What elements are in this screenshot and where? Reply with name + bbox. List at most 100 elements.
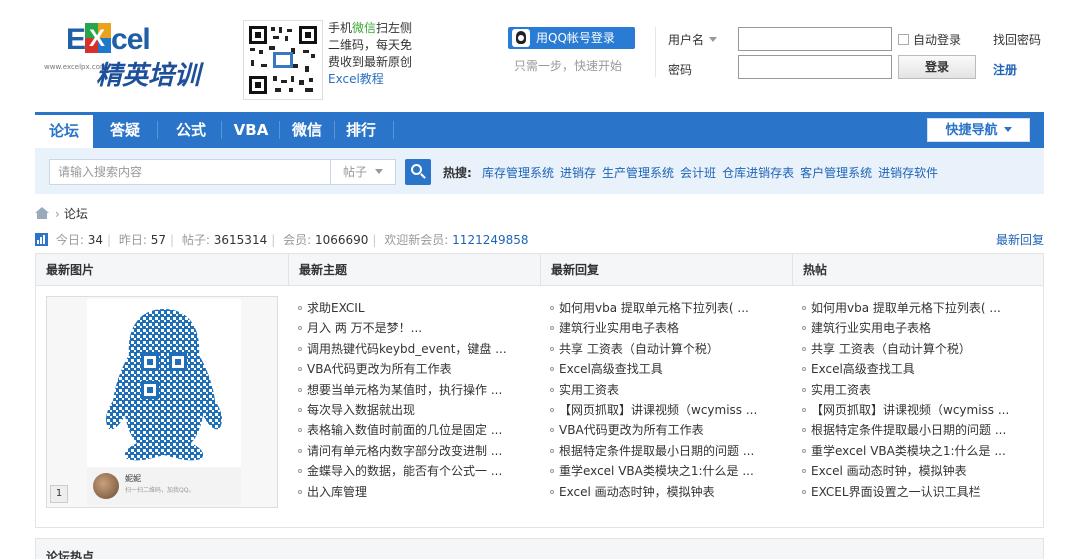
list-item[interactable]: 表格输入数值时前面的几位是固定 ... [298,420,532,440]
latest-image-slide[interactable]: 妮妮 扫一扫二维码，加我QQ。 1 [46,296,278,508]
bullet-icon [802,306,806,310]
list-item[interactable]: Excel 画动态时钟，模拟钟表 [802,461,1036,481]
bullet-icon [550,306,554,310]
hot-search-links: 库存管理系统 进销存 生产管理系统 会计班 仓库进销存表 客户管理系统 进销存软件 [482,164,944,181]
stat-members: 1066690 [314,233,369,247]
qq-qr-image: 妮妮 扫一扫二维码，加我QQ。 [87,299,241,505]
forum-stats: 今日: 34 | 昨日: 57 | 帖子: 3615314 | 会员: 1066690… [35,231,529,248]
list-item[interactable]: 如何用vba 提取单元格下拉列表( ... [550,298,784,318]
list-item[interactable]: 重学excel VBA类模块之1:什么是 ... [802,441,1036,461]
list-item[interactable]: Excel高级查找工具 [802,359,1036,379]
home-icon[interactable] [35,207,49,219]
new-member-link[interactable]: 1121249858 [452,233,528,247]
list-item[interactable]: 月入 两 万不是梦！... [298,318,532,338]
bullet-icon [298,469,302,474]
bullet-icon [298,387,302,392]
search-input[interactable]: 请输入搜索内容 [49,159,331,185]
qr-penguin-icon [106,309,222,461]
list-item[interactable]: 重学excel VBA类模块之1:什么是 ... [550,461,784,481]
bullet-icon [802,346,806,351]
search-bar: 请输入搜索内容 帖子 热搜: 库存管理系统 进销存 生产管理系统 会计班 仓库进销存表客… [35,148,1044,194]
site-logo[interactable]: E Xcel www.excelpx.com 精英培训 [44,15,230,95]
bullet-icon [802,489,806,494]
password-input[interactable] [738,55,892,79]
nav-item-qa[interactable]: 答疑 [100,112,150,148]
nav-divider [157,121,158,139]
list-item[interactable]: EXCEL界面设置之一认识工具栏 [802,482,1036,502]
list-item[interactable]: 请问有单元格内数字部分改变进制 ... [298,441,532,461]
logo-chinese: 精英培训 [96,61,201,91]
bullet-icon [550,346,554,351]
list-item[interactable]: 如何用vba 提取单元格下拉列表( ... [802,298,1036,318]
list-item[interactable]: 想要当单元格为某值时，执行操作 ... [298,380,532,400]
nav-item-wechat[interactable]: 微信 [283,112,331,148]
bullet-icon [550,469,554,474]
hot-search-link[interactable]: 进销存软件 [878,166,938,180]
list-item[interactable]: 求助EXCIL [298,298,532,318]
list-item[interactable]: 出入库管理 [298,482,532,502]
quick-nav-dropdown[interactable]: 快捷导航 [927,118,1030,142]
hot-search-link[interactable]: 进销存 [560,166,596,180]
list-item[interactable]: Excel高级查找工具 [550,359,784,379]
list-item[interactable]: Excel 画动态时钟，模拟钟表 [550,482,784,502]
login-button[interactable]: 登录 [898,55,976,79]
list-item[interactable]: 金蝶导入的数据，能否有个公式一 ... [298,461,532,481]
search-type-select[interactable]: 帖子 [331,159,396,185]
panel-title-latest-replies: 最新回复 [540,254,792,286]
hot-search-link[interactable]: 客户管理系统 [800,166,872,180]
latest-reply-link[interactable]: 最新回复 [996,231,1044,248]
list-item[interactable]: 根据特定条件提取最小日期的问题 ... [802,420,1036,440]
bullet-icon [802,326,806,331]
list-item[interactable]: 根据特定条件提取最小日期的问题 ... [550,441,784,461]
header-divider [655,27,656,77]
nav-item-ranking[interactable]: 排行 [337,112,385,148]
list-item[interactable]: 建筑行业实用电子表格 [550,318,784,338]
checkbox-icon [898,34,909,45]
chevron-down-icon [709,37,718,42]
bullet-icon [298,428,302,433]
qq-login-button[interactable]: 用QQ帐号登录 [508,27,635,49]
username-input[interactable] [738,27,892,51]
bullet-icon [550,326,554,331]
hot-search-link[interactable]: 会计班 [680,166,716,180]
list-item[interactable]: 共享 工资表（自动计算个税） [550,339,784,359]
find-password-link[interactable]: 找回密码 [993,31,1041,48]
bullet-icon [802,469,806,474]
breadcrumb-current[interactable]: 论坛 [64,207,88,221]
list-item[interactable]: 【网页抓取】讲课视频（wcymiss ... [802,400,1036,420]
bullet-icon [298,489,302,494]
password-label: 密码 [668,63,693,77]
nav-divider [279,121,280,139]
list-item[interactable]: 每次导入数据就出现 [298,400,532,420]
qq-login-hint: 只需一步，快速开始 [514,59,623,73]
stat-posts: 3615314 [213,233,268,247]
site-header: E Xcel www.excelpx.com 精英培训 手机微信扫左侧 二维码，每… [0,0,1080,108]
nav-item-forum[interactable]: 论坛 [35,112,93,148]
panel-title-hot-posts: 热帖 [792,254,1043,286]
profile-card: 妮妮 扫一扫二维码，加我QQ。 [87,467,241,505]
search-button[interactable] [405,159,431,185]
list-item[interactable]: 实用工资表 [550,380,784,400]
list-item[interactable]: 调用热键代码keybd_event，键盘 ... [298,339,532,359]
hot-search-link[interactable]: 库存管理系统 [482,166,554,180]
auto-login-checkbox[interactable]: 自动登录 [898,31,961,48]
bullet-icon [802,387,806,392]
bullet-icon [298,367,302,372]
slide-page-indicator[interactable]: 1 [50,485,68,503]
username-type-select[interactable]: 用户名 [668,31,718,48]
nav-item-formula[interactable]: 公式 [162,112,220,148]
list-item[interactable]: 【网页抓取】讲课视频（wcymiss ... [550,400,784,420]
bullet-icon [802,407,806,412]
list-item[interactable]: 共享 工资表（自动计算个税） [802,339,1036,359]
list-item[interactable]: VBA代码更改为所有工作表 [550,420,784,440]
list-item[interactable]: VBA代码更改为所有工作表 [298,359,532,379]
hot-search-link[interactable]: 生产管理系统 [602,166,674,180]
bullet-icon [550,387,554,392]
hot-search-link[interactable]: 仓库进销存表 [722,166,794,180]
list-item[interactable]: 建筑行业实用电子表格 [802,318,1036,338]
bullet-icon [298,346,302,351]
latest-replies-list: 如何用vba 提取单元格下拉列表( ... 建筑行业实用电子表格 共享 工资表（… [550,298,784,502]
nav-item-vba[interactable]: VBA [224,112,278,148]
register-link[interactable]: 注册 [993,61,1017,78]
list-item[interactable]: 实用工资表 [802,380,1036,400]
